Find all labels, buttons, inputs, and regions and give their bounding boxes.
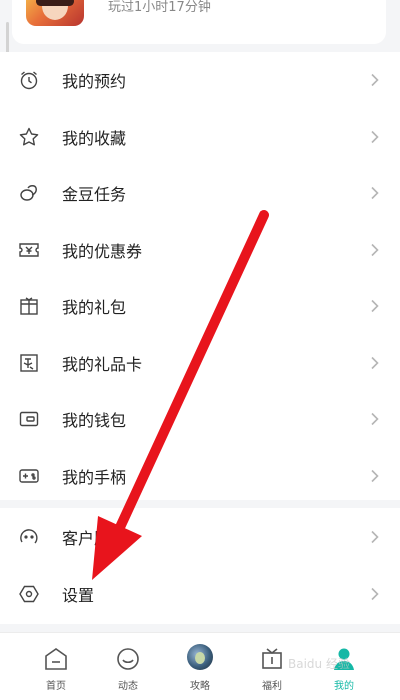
menu-item-label: 我的手柄: [62, 467, 127, 487]
chevron-right-icon: [371, 587, 379, 600]
chevron-right-icon: [371, 530, 379, 543]
game-avatar[interactable]: [26, 0, 84, 26]
gamepad-icon: [19, 469, 39, 483]
watermark: Baidu 经验: [288, 657, 350, 671]
menu-item-label: 我的预约: [62, 72, 127, 92]
tab-guide[interactable]: 攻略: [160, 633, 240, 700]
menu-item-customer-service[interactable]: 客户服务: [0, 508, 400, 565]
coupon-icon: [19, 243, 39, 257]
chevron-right-icon: [371, 413, 379, 426]
menu-item-gold-bean-tasks[interactable]: 金豆任务: [0, 165, 400, 222]
recent-game-card[interactable]: 玩过1小时17分钟: [12, 0, 386, 44]
star-icon: [19, 127, 39, 146]
tab-home[interactable]: 首页: [16, 633, 96, 700]
customer-service-icon: [20, 528, 38, 543]
menu-item-gift-packs[interactable]: 我的礼包: [0, 278, 400, 335]
menu-list: 我的预约 我的收藏 金豆任务 我的优惠券 我的礼包 我的礼品卡 我的钱包 我的手…: [0, 52, 400, 500]
gift-icon: [262, 648, 282, 669]
gold-bean-icon: [20, 185, 37, 201]
moments-icon: [117, 648, 139, 670]
menu-item-reservations[interactable]: 我的预约: [0, 52, 400, 109]
gift-box-icon: [20, 297, 38, 315]
menu-list-secondary: 客户服务 设置: [0, 508, 400, 624]
menu-item-label: 金豆任务: [62, 185, 127, 205]
gift-card-icon: [20, 354, 38, 372]
chevron-right-icon: [371, 469, 379, 482]
chevron-right-icon: [371, 300, 379, 313]
menu-item-settings[interactable]: 设置: [0, 565, 400, 622]
menu-item-gift-cards[interactable]: 我的礼品卡: [0, 335, 400, 392]
menu-item-label: 设置: [62, 585, 95, 605]
menu-item-label: 我的优惠券: [62, 241, 143, 261]
chevron-right-icon: [371, 356, 379, 369]
menu-item-label: 我的礼品卡: [62, 354, 143, 374]
chevron-right-icon: [371, 130, 379, 143]
chevron-right-icon: [371, 187, 379, 200]
home-icon: [45, 648, 67, 670]
avatar-highlight: [195, 652, 205, 664]
menu-item-coupons[interactable]: 我的优惠券: [0, 222, 400, 279]
tab-moments[interactable]: 动态: [88, 633, 168, 700]
game-avatar-hair: [36, 0, 74, 6]
guide-avatar-icon: [187, 644, 213, 670]
settings-icon: [19, 585, 39, 602]
tab-label: 福利: [262, 681, 282, 692]
menu-item-label: 我的收藏: [62, 128, 127, 148]
chevron-right-icon: [371, 74, 379, 87]
play-time-text: 玩过1小时17分钟: [108, 0, 211, 15]
menu-item-label: 客户服务: [62, 528, 127, 548]
alarm-clock-icon: [20, 71, 38, 90]
tab-label: 我的: [334, 681, 354, 692]
menu-item-gamepad[interactable]: 我的手柄: [0, 448, 400, 505]
tab-label: 动态: [118, 681, 138, 692]
menu-item-favorites[interactable]: 我的收藏: [0, 109, 400, 166]
menu-item-wallet[interactable]: 我的钱包: [0, 391, 400, 448]
tab-label: 攻略: [190, 681, 210, 692]
menu-item-label: 我的礼包: [62, 298, 127, 318]
wallet-icon: [19, 412, 39, 427]
chevron-right-icon: [371, 243, 379, 256]
menu-item-label: 我的钱包: [62, 411, 127, 431]
tab-label: 首页: [46, 681, 66, 692]
